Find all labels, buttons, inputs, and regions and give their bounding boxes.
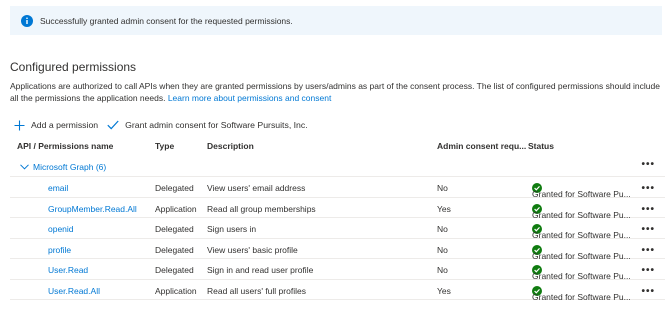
- add-permission-button[interactable]: Add a permission: [14, 120, 98, 131]
- admin-consent-required: No: [437, 183, 448, 193]
- admin-consent-required: No: [437, 244, 448, 255]
- more-options-icon[interactable]: •••: [641, 204, 655, 215]
- permission-name-link[interactable]: GroupMember.Read.All: [48, 204, 137, 214]
- permission-name-link[interactable]: openid: [48, 224, 74, 234]
- permission-name-link[interactable]: User.Read.All: [48, 286, 100, 296]
- more-options-icon[interactable]: •••: [641, 245, 655, 256]
- table-row: email Delegated View users' email addres…: [10, 177, 665, 199]
- chevron-down-icon: [20, 164, 29, 170]
- info-icon: [21, 14, 33, 27]
- header-description[interactable]: Description: [207, 141, 254, 151]
- status-cell: Granted for Software Pu...: [532, 183, 631, 199]
- table-row: User.Read.All Application Read all users…: [10, 280, 665, 302]
- header-admin-consent[interactable]: Admin consent requ...: [437, 141, 526, 151]
- status-cell: Granted for Software Pu...: [532, 224, 631, 240]
- table-row: GroupMember.Read.All Application Read al…: [10, 198, 665, 220]
- checkmark-icon: [107, 120, 119, 130]
- grant-consent-label: Grant admin consent for Software Pursuit…: [125, 120, 308, 130]
- permission-type: Delegated: [155, 244, 194, 255]
- status-cell: Granted for Software Pu...: [532, 244, 631, 261]
- table-row: User.Read Delegated Sign in and read use…: [10, 259, 665, 281]
- admin-consent-required: No: [437, 265, 448, 275]
- table-row: profile Delegated View users' basic prof…: [10, 239, 665, 261]
- header-type[interactable]: Type: [155, 141, 174, 151]
- status-cell: Granted for Software Pu...: [532, 285, 631, 302]
- admin-consent-required: No: [437, 224, 448, 234]
- permission-description: Read all users' full profiles: [207, 285, 306, 296]
- more-options-icon[interactable]: •••: [641, 183, 655, 194]
- permission-type: Delegated: [155, 183, 194, 193]
- permission-description: View users' email address: [207, 183, 306, 193]
- success-banner: Successfully granted admin consent for t…: [10, 6, 662, 35]
- permission-description: View users' basic profile: [207, 244, 298, 255]
- more-options-icon[interactable]: •••: [641, 286, 655, 297]
- add-permission-label: Add a permission: [31, 120, 99, 130]
- status-text: Granted for Software Pu...: [532, 291, 631, 302]
- banner-message: Successfully granted admin consent for t…: [40, 15, 293, 26]
- permission-name-link[interactable]: email: [48, 183, 68, 193]
- permission-name-link[interactable]: profile: [48, 245, 71, 255]
- description-text: Applications are authorized to call APIs…: [10, 81, 660, 103]
- permission-description: Sign in and read user profile: [207, 265, 314, 275]
- group-label: Microsoft Graph (6): [33, 162, 107, 172]
- more-options-icon[interactable]: •••: [641, 159, 655, 170]
- permission-type: Application: [155, 203, 197, 214]
- learn-more-link[interactable]: Learn more about permissions and consent: [168, 93, 331, 103]
- permission-type: Delegated: [155, 265, 194, 275]
- group-row-microsoft-graph: Microsoft Graph (6) •••: [10, 156, 665, 177]
- section-description: Applications are authorized to call APIs…: [10, 80, 665, 104]
- permission-type: Application: [155, 285, 197, 296]
- section-title: Configured permissions: [10, 60, 137, 74]
- permission-name-link[interactable]: User.Read: [48, 265, 88, 275]
- more-options-icon[interactable]: •••: [641, 224, 655, 235]
- toolbar: Add a permission Grant admin consent for…: [14, 118, 308, 132]
- plus-icon: [14, 120, 25, 130]
- admin-consent-required: Yes: [437, 285, 451, 296]
- status-cell: Granted for Software Pu...: [532, 265, 631, 281]
- admin-consent-required: Yes: [437, 203, 451, 214]
- more-options-icon[interactable]: •••: [641, 265, 655, 276]
- table-row: openid Delegated Sign users in No Grante…: [10, 218, 665, 240]
- permissions-table: API / Permissions name Type Description …: [10, 138, 665, 302]
- grant-consent-button[interactable]: Grant admin consent for Software Pursuit…: [107, 120, 308, 130]
- permission-type: Delegated: [155, 224, 194, 234]
- header-name[interactable]: API / Permissions name: [17, 141, 113, 151]
- permission-description: Read all group memberships: [207, 203, 316, 214]
- table-header: API / Permissions name Type Description …: [10, 138, 665, 156]
- group-toggle[interactable]: Microsoft Graph (6): [20, 162, 106, 172]
- status-cell: Granted for Software Pu...: [532, 203, 631, 220]
- header-status[interactable]: Status: [528, 141, 554, 151]
- permission-description: Sign users in: [207, 224, 257, 234]
